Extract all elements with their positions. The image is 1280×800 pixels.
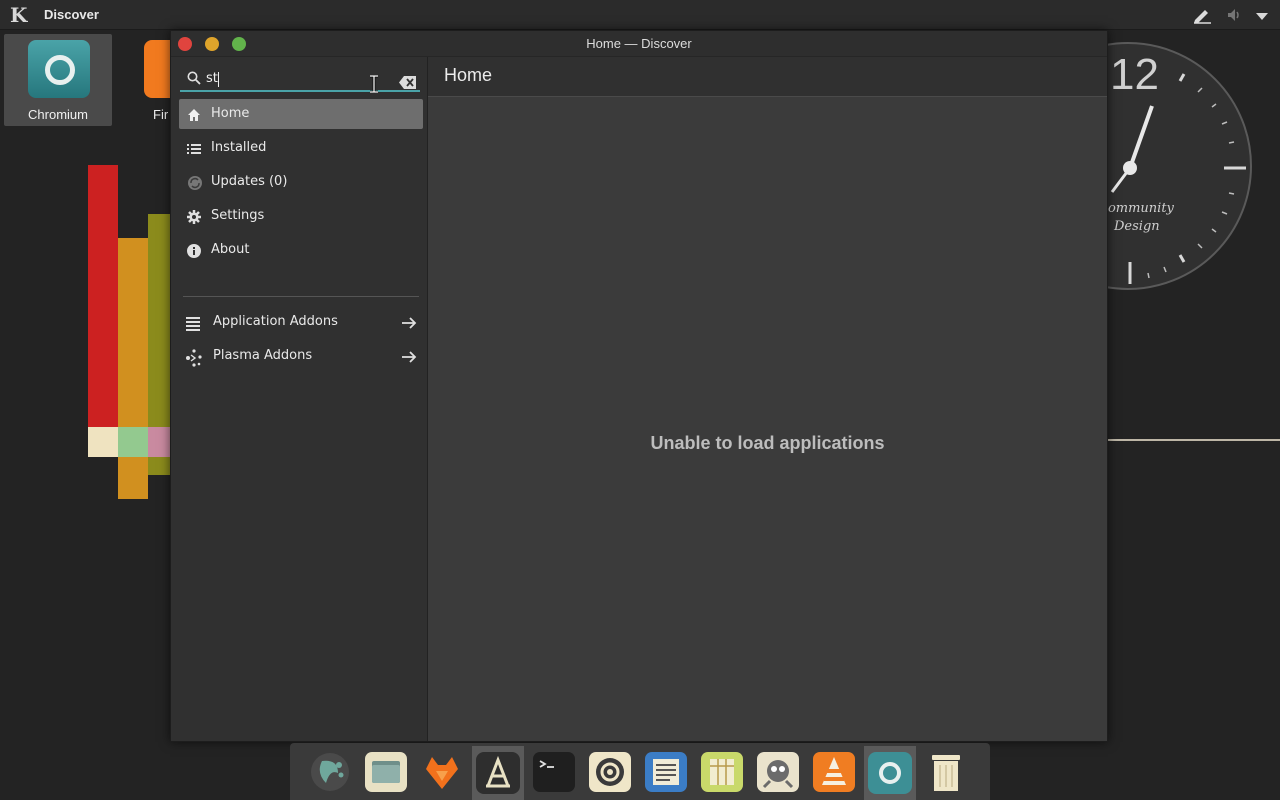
sidebar-nav: Home Installed Updates (0) Settings Abou… [179,99,423,269]
active-app-name: Discover [44,7,99,22]
error-message: Unable to load applications [650,433,885,453]
sidebar-item-label: Home [211,106,250,121]
volume-icon[interactable] [1226,7,1242,23]
sidebar-item-label: Application Addons [213,314,338,329]
sidebar-item-settings[interactable]: Settings [179,201,423,231]
dock [290,743,990,800]
sidebar-item-label: About [211,242,250,257]
wallpaper-bar [148,427,170,457]
wallpaper-bar [88,427,118,457]
news-reader-icon [645,752,687,792]
dock-item-firefox[interactable] [420,751,464,793]
dock-item-settings[interactable] [588,751,632,793]
dock-item-files[interactable] [364,751,408,793]
plasma-icon [185,349,202,367]
gear-icon [187,209,201,224]
wallpaper-bar [118,238,148,427]
trash-icon [932,755,960,791]
sidebar-item-label: Updates (0) [211,174,288,189]
desktop-icon-label: Chromium [28,107,88,122]
dock-item-terminal[interactable] [532,751,576,793]
sidebar-item-application-addons[interactable]: Application Addons [179,307,423,337]
search-field[interactable] [180,64,420,94]
sidebar-item-label: Settings [211,208,265,223]
notes-pencil-icon[interactable] [1192,6,1212,24]
desktop-icon-label: Fir [153,107,169,122]
clock-brand-line2: Design [1114,219,1160,234]
sidebar-item-label: Plasma Addons [213,348,313,363]
dock-item-discover[interactable] [472,746,524,800]
sidebar-item-plasma-addons[interactable]: Plasma Addons [179,341,423,371]
top-panel: K Discover [0,0,1280,30]
gimp-icon [757,752,799,792]
vlc-icon [813,752,855,792]
list-icon [187,141,201,155]
spectacle-icon [311,753,349,791]
wallpaper-bar [148,457,170,475]
page-title: Home [444,65,493,85]
file-manager-icon [365,752,407,792]
updates-icon [187,175,202,190]
system-tray [1192,6,1268,24]
kde-logo-icon[interactable]: K [10,4,32,26]
clear-search-icon[interactable] [399,74,417,89]
chromium-icon [868,752,912,794]
wallpaper-bar [88,165,118,427]
ibeam-cursor-icon [368,74,380,94]
firefox-icon [421,752,463,792]
content-header: Home [428,57,1107,97]
dock-item-spectacle[interactable] [308,751,352,793]
sidebar-item-home[interactable]: Home [179,99,423,129]
clock-brand-line1: Community [1098,201,1174,216]
sidebar-item-updates[interactable]: Updates (0) [179,167,423,197]
chromium-icon [28,40,90,98]
sidebar-item-about[interactable]: About [179,235,423,265]
dock-item-gimp[interactable] [756,751,800,793]
search-icon [187,70,201,85]
sidebar-divider [183,296,419,297]
text-caret [218,72,219,87]
arrow-right-icon [401,315,417,329]
arrow-right-icon [401,349,417,363]
dock-item-chromium[interactable] [864,746,916,800]
info-icon [187,243,201,258]
dock-item-vlc[interactable] [812,751,856,793]
discover-window: Home — Discover Home [170,30,1108,742]
window-titlebar[interactable]: Home — Discover [171,31,1107,57]
clock-brand-text: Community Design [1098,200,1174,236]
dock-item-spreadsheet[interactable] [700,751,744,793]
addons-list-icon [185,315,201,331]
window-title: Home — Discover [586,36,692,51]
wallpaper-line [1108,439,1280,441]
sidebar: Home Installed Updates (0) Settings [171,57,427,741]
main-content: Home Unable to load applications [428,57,1107,741]
system-settings-icon [589,752,631,792]
home-icon [187,107,201,121]
wallpaper-bar [118,427,148,457]
discover-icon [476,752,520,794]
spreadsheet-icon [701,752,743,792]
desktop-icon-chromium[interactable]: Chromium [4,34,112,126]
sidebar-item-label: Installed [211,140,267,155]
sidebar-item-installed[interactable]: Installed [179,133,423,163]
clock-numeral: 12 [1110,50,1159,99]
wallpaper-bar [118,457,148,499]
dock-item-news[interactable] [644,751,688,793]
terminal-icon [533,752,575,792]
dock-item-trash[interactable] [924,751,968,793]
wallpaper-bar [148,214,170,427]
firefox-icon[interactable] [144,40,172,98]
search-input[interactable] [206,67,376,89]
tray-expand-icon[interactable] [1256,12,1268,20]
